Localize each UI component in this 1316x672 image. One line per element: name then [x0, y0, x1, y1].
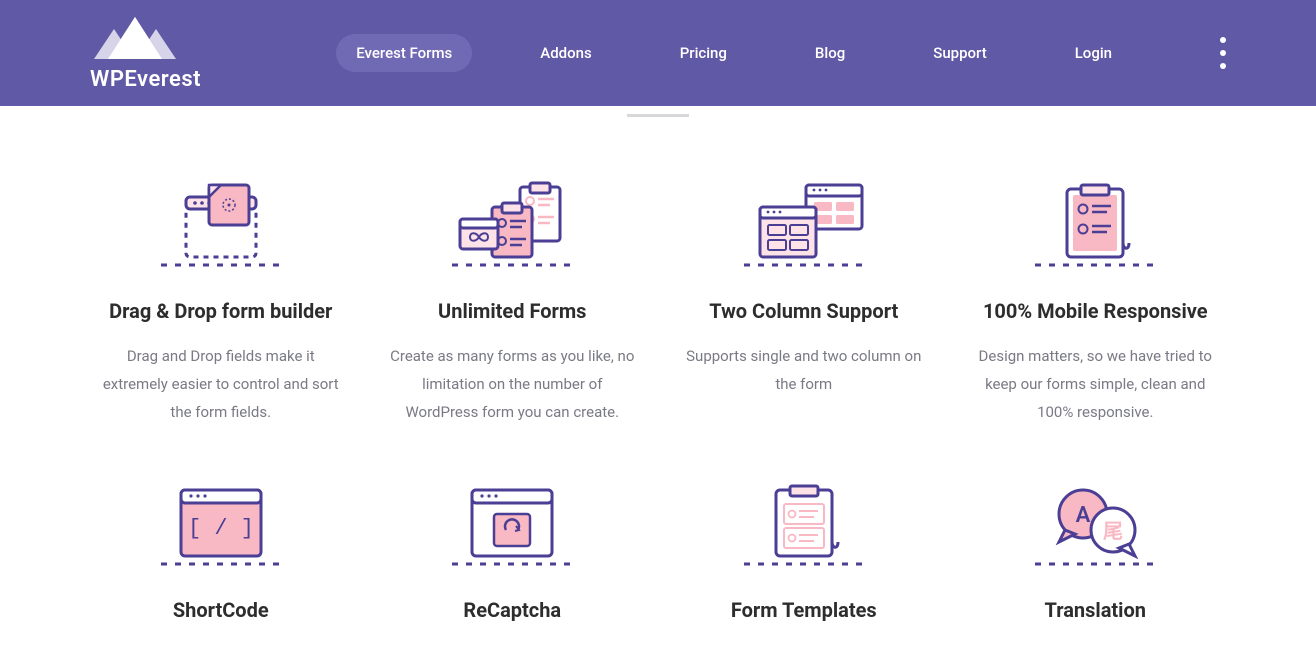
feature-desc: Design matters, so we have tried to keep…	[971, 343, 1221, 426]
nav-support[interactable]: Support	[913, 34, 1006, 72]
features-grid: Drag & Drop form builder Drag and Drop f…	[90, 177, 1226, 642]
feature-shortcode: [ / ] ShortCode	[90, 476, 352, 642]
svg-text:[ / ]: [ / ]	[188, 516, 254, 541]
kebab-menu-icon[interactable]	[1220, 37, 1226, 69]
recaptcha-icon	[388, 476, 638, 568]
feature-title: 100% Mobile Responsive	[971, 299, 1221, 323]
mountains-icon	[90, 15, 180, 61]
logo[interactable]: WPEverest	[90, 15, 201, 92]
nav-pricing[interactable]: Pricing	[660, 34, 747, 72]
feature-desc: Drag and Drop fields make it extremely e…	[96, 343, 346, 426]
feature-unlimited-forms: Unlimited Forms Create as many forms as …	[382, 177, 644, 426]
feature-desc: Create as many forms as you like, no lim…	[388, 343, 638, 426]
unlimited-forms-icon	[388, 177, 638, 269]
feature-mobile-responsive: 100% Mobile Responsive Design matters, s…	[965, 177, 1227, 426]
drag-drop-icon	[96, 177, 346, 269]
translation-icon: A 尾	[971, 476, 1221, 568]
feature-title: Two Column Support	[679, 299, 929, 323]
feature-translation: A 尾 Translation	[965, 476, 1227, 642]
two-column-icon	[679, 177, 929, 269]
feature-form-templates: Form Templates	[673, 476, 935, 642]
feature-recaptcha: ReCaptcha	[382, 476, 644, 642]
svg-text:尾: 尾	[1103, 519, 1123, 543]
feature-title: ShortCode	[96, 598, 346, 622]
feature-title: Drag & Drop form builder	[96, 299, 346, 323]
main-nav: Everest Forms Addons Pricing Blog Suppor…	[336, 34, 1226, 72]
feature-title: Form Templates	[679, 598, 929, 622]
main-content: Drag & Drop form builder Drag and Drop f…	[0, 114, 1316, 672]
feature-title: Translation	[971, 598, 1221, 622]
brand-name: WPEverest	[90, 67, 201, 92]
feature-title: Unlimited Forms	[388, 299, 638, 323]
svg-text:A: A	[1076, 503, 1091, 528]
form-templates-icon	[679, 476, 929, 568]
nav-everest-forms[interactable]: Everest Forms	[336, 34, 472, 72]
section-divider	[627, 114, 689, 117]
feature-drag-drop: Drag & Drop form builder Drag and Drop f…	[90, 177, 352, 426]
nav-blog[interactable]: Blog	[795, 34, 865, 72]
feature-desc: Supports single and two column on the fo…	[679, 343, 929, 399]
shortcode-icon: [ / ]	[96, 476, 346, 568]
nav-login[interactable]: Login	[1055, 34, 1132, 72]
nav-addons[interactable]: Addons	[520, 34, 611, 72]
header: WPEverest Everest Forms Addons Pricing B…	[0, 0, 1316, 106]
mobile-responsive-icon	[971, 177, 1221, 269]
feature-two-column: Two Column Support Supports single and t…	[673, 177, 935, 426]
feature-title: ReCaptcha	[388, 598, 638, 622]
